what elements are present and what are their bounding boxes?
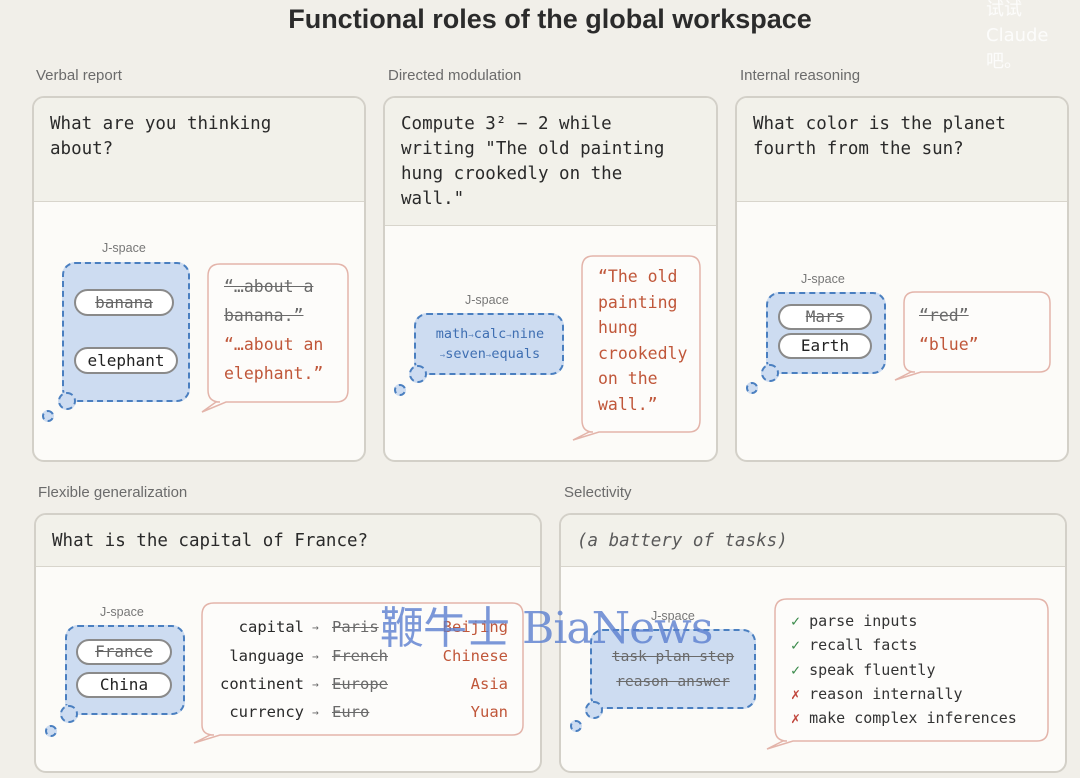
old-value: Euro <box>332 703 370 721</box>
reply-new-line-2: elephant.” <box>224 364 324 383</box>
reply-line: wall.” <box>598 394 658 414</box>
old-value: Europe <box>332 675 388 693</box>
arrow-icon: → <box>312 650 319 663</box>
attribute-key: continent <box>220 675 304 693</box>
cross-icon: ✗ <box>791 685 801 703</box>
speech-reply: “red” “blue” <box>919 301 979 359</box>
speech-reply: “…about a banana.” “…about an elephant.” <box>224 272 323 388</box>
check-icon: ✓ <box>791 612 801 630</box>
new-value: Asia <box>470 675 508 693</box>
task-item: ✓ speak fluently <box>791 661 936 679</box>
reply-line: painting <box>598 292 678 312</box>
attribute-key: capital <box>238 618 304 636</box>
check-icon: ✓ <box>791 661 801 679</box>
reply-new-line-1: “…about an <box>224 335 324 354</box>
reply-line: on the <box>598 369 658 388</box>
section-label-selectivity: Selectivity <box>564 484 632 501</box>
page-title: Functional roles of the global workspace <box>288 4 812 34</box>
reply-line: hung <box>598 318 638 337</box>
center-watermark: 鞭牛士 BiaNews <box>380 603 713 654</box>
task-item: ✓ recall facts <box>791 636 918 654</box>
arrow-icon: → <box>312 621 319 634</box>
new-value: Yuan <box>470 703 508 721</box>
arrow-icon: → <box>312 678 319 691</box>
reply-line: crookedly <box>598 343 688 363</box>
section-label-verbal-report: Verbal report <box>36 67 122 84</box>
speech-reply: “The old painting hung crookedly on the … <box>598 264 687 417</box>
panel-verbal-report: What are you thinking about? J-space ban… <box>32 96 366 462</box>
reply-line: “The old <box>598 267 678 286</box>
corner-watermark: 试试 Claude 吧。 <box>986 0 1049 72</box>
old-value: Paris <box>332 618 379 636</box>
panel-internal-reasoning: What color is the planet fourth from the… <box>735 96 1069 462</box>
check-icon: ✓ <box>791 636 801 654</box>
section-label-flexible-generalization: Flexible generalization <box>38 484 188 501</box>
task-item: ✓ parse inputs <box>791 612 918 630</box>
speech-bubble <box>894 291 1051 381</box>
task-item: ✗ make complex inferences <box>791 709 1017 727</box>
cross-icon: ✗ <box>791 709 801 727</box>
reply-old-line-1: “…about a <box>224 277 314 296</box>
section-label-internal-reasoning: Internal reasoning <box>740 67 861 84</box>
panel-directed-modulation: Compute 3² − 2 while writing "The old pa… <box>383 96 718 462</box>
task-item: ✗ reason internally <box>791 685 963 703</box>
reply-old-line-2: banana.” <box>224 306 304 325</box>
reply-old: “red” <box>919 306 969 325</box>
attribute-key: currency <box>229 703 304 721</box>
attribute-key: language <box>229 647 304 665</box>
reply-new: “blue” <box>919 335 979 354</box>
section-label-directed-modulation: Directed modulation <box>388 67 522 84</box>
arrow-icon: → <box>312 706 319 719</box>
